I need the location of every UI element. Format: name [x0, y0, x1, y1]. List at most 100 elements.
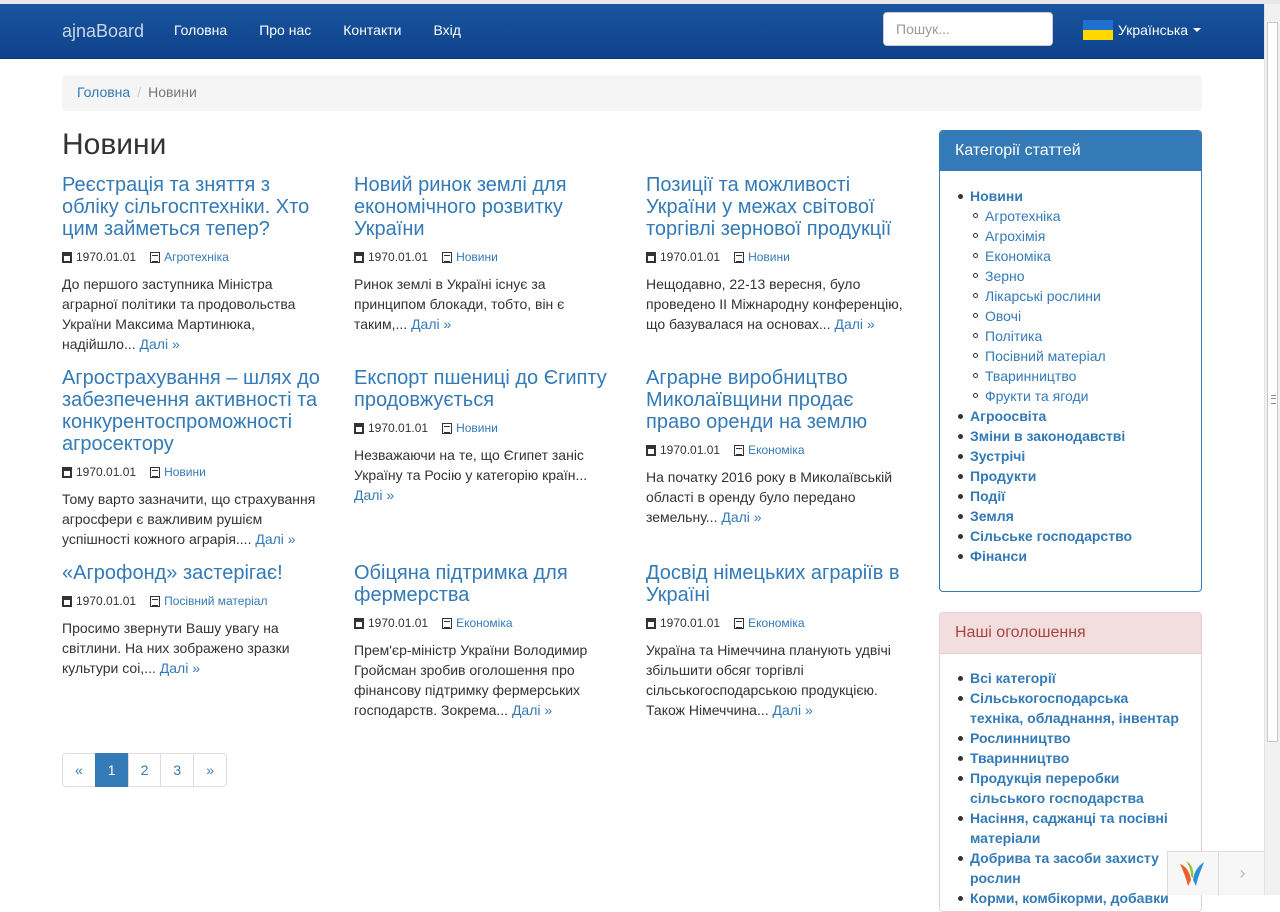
search-input[interactable] [883, 12, 1053, 46]
article-teaser: Ринок землі в Україні існує за принципом… [354, 276, 565, 332]
chevron-right-icon[interactable]: › [1218, 852, 1266, 896]
announcement-link[interactable]: Добрива та засоби захисту рослин [970, 850, 1159, 886]
subcategory-link[interactable]: Тваринництво [985, 368, 1076, 384]
article-title[interactable]: Позиції та можливості України у межах св… [646, 174, 891, 240]
category-link[interactable]: Новини [970, 188, 1023, 204]
article-card: Позиції та можливості України у межах св… [646, 174, 908, 334]
breadcrumb-separator: / [137, 84, 142, 100]
article-teaser: На початку 2016 року в Миколаївській обл… [646, 469, 893, 525]
category-link[interactable]: Агроосвіта [970, 408, 1046, 424]
announcement-link[interactable]: Рослинництво [970, 730, 1071, 746]
announcement-link[interactable]: Всі категорії [970, 670, 1056, 686]
subcategory-link[interactable]: Агрохімія [985, 228, 1045, 244]
subcategory-link[interactable]: Економіка [985, 248, 1051, 264]
category-link[interactable]: Події [970, 488, 1005, 504]
list-icon [734, 444, 745, 456]
article-category[interactable]: Агротехніка [164, 250, 229, 264]
article-category[interactable]: Новини [456, 250, 498, 264]
category-link[interactable]: Зміни в законодавстві [970, 428, 1125, 444]
subcategory-link[interactable]: Овочі [985, 308, 1021, 324]
nav-home[interactable]: Головна [158, 4, 243, 56]
announcement-link[interactable]: Корми, комбікорми, добавки [970, 890, 1169, 906]
article-category[interactable]: Новини [456, 421, 498, 435]
read-more-link[interactable]: Далі » [721, 509, 761, 525]
article-category[interactable]: Новини [164, 465, 206, 479]
pagination-page-3[interactable]: 3 [160, 753, 195, 787]
category-link[interactable]: Сільське господарство [970, 528, 1132, 544]
read-more-link[interactable]: Далі » [255, 531, 295, 547]
announcement-link[interactable]: Сільськогосподарська техніка, обладнання… [970, 690, 1179, 726]
article-title[interactable]: Агрострахування – шлях до забезпечення а… [62, 367, 320, 455]
yii-logo-icon [1180, 861, 1204, 886]
list-icon [734, 251, 745, 263]
article-title[interactable]: Новий ринок землі для економічного розви… [354, 174, 567, 240]
vertical-scrollbar[interactable] [1264, 4, 1280, 895]
category-link[interactable]: Фінанси [970, 548, 1027, 564]
nav-login[interactable]: Вхід [417, 4, 476, 56]
read-more-link[interactable]: Далі » [411, 316, 451, 332]
announcement-link[interactable]: Продукція переробки сільського господарс… [970, 770, 1144, 806]
article-card: «Агрофонд» застерігає! 1970.01.01 Посівни… [62, 562, 324, 678]
navbar: ajnaBoard Головна Про нас Контакти Вхід … [0, 4, 1264, 59]
subcategory-list: Агротехніка Агрохімія Економіка Зерно Лі… [972, 206, 1132, 406]
list-icon [150, 251, 161, 263]
subcategory-link[interactable]: Політика [985, 328, 1042, 344]
read-more-link[interactable]: Далі » [834, 316, 874, 332]
subcategory-link[interactable]: Посівний матеріал [985, 348, 1106, 364]
article-date: 1970.01.01 [660, 616, 721, 630]
subcategory-link[interactable]: Фрукти та ягоди [985, 388, 1088, 404]
pagination-prev[interactable]: « [62, 753, 96, 787]
announcement-list: Всі категорії Сільськогосподарська техні… [958, 668, 1185, 908]
article-teaser: Незважаючи на те, що Єгипет заніс Україн… [354, 447, 588, 483]
pagination-next[interactable]: » [193, 753, 227, 787]
nav-about[interactable]: Про нас [243, 4, 327, 56]
article-title[interactable]: «Агрофонд» застерігає! [62, 562, 283, 584]
article-date: 1970.01.01 [76, 250, 137, 264]
read-more-link[interactable]: Далі » [140, 336, 180, 352]
calendar-icon [354, 422, 364, 434]
grip-icon [1271, 395, 1276, 404]
category-link[interactable]: Продукти [970, 468, 1036, 484]
article-title[interactable]: Реєстрація та зняття з обліку сільгоспте… [62, 174, 309, 240]
article-title[interactable]: Обіцяна підтримка для фермерства [354, 562, 568, 606]
calendar-icon [646, 251, 656, 263]
article-category[interactable]: Економіка [748, 443, 804, 457]
subcategory-link[interactable]: Лікарські рослини [985, 288, 1101, 304]
yii-debug-toolbar[interactable]: › [1167, 851, 1266, 896]
subcategory-link[interactable]: Зерно [985, 268, 1025, 284]
announcement-link[interactable]: Тваринництво [970, 750, 1069, 766]
article-date: 1970.01.01 [76, 594, 137, 608]
article-category[interactable]: Посівний матеріал [164, 594, 267, 608]
article-category[interactable]: Економіка [748, 616, 804, 630]
announcement-link[interactable]: Насіння, саджанці та посівні матеріали [970, 810, 1168, 846]
article-title[interactable]: Аграрне виробництво Миколаївщини продає … [646, 367, 867, 433]
read-more-link[interactable]: Далі » [160, 660, 200, 676]
article-category[interactable]: Економіка [456, 616, 512, 630]
read-more-link[interactable]: Далі » [773, 702, 813, 718]
article-date: 1970.01.01 [76, 465, 137, 479]
category-link[interactable]: Зустрічі [970, 448, 1025, 464]
article-date: 1970.01.01 [368, 616, 429, 630]
article-title[interactable]: Досвід німецьких аграріїв в Україні [646, 562, 900, 606]
language-dropdown[interactable]: Українська [1083, 20, 1202, 40]
article-category[interactable]: Новини [748, 250, 790, 264]
calendar-icon [354, 251, 364, 263]
category-link[interactable]: Земля [970, 508, 1014, 524]
read-more-link[interactable]: Далі » [354, 487, 394, 503]
announcements-panel: Наші оголошення Всі категорії Сільського… [939, 612, 1202, 912]
subcategory-link[interactable]: Агротехніка [985, 208, 1061, 224]
read-more-link[interactable]: Далі » [512, 702, 552, 718]
nav-contacts[interactable]: Контакти [327, 4, 417, 56]
article-teaser: Україна та Німеччина планують удвічі збі… [646, 642, 891, 718]
calendar-icon [62, 251, 72, 263]
category-item: Новини Агротехніка Агрохімія Економіка З… [957, 186, 1132, 406]
scrollbar-thumb[interactable] [1267, 22, 1278, 742]
calendar-icon [62, 595, 72, 607]
article-title[interactable]: Експорт пшениці до Єгипту продовжується [354, 367, 607, 411]
pagination-page-2[interactable]: 2 [127, 753, 162, 787]
calendar-icon [646, 444, 656, 456]
pagination-page-1[interactable]: 1 [94, 753, 129, 787]
breadcrumb-home[interactable]: Головна [77, 84, 130, 100]
brand-logo[interactable]: ajnaBoard [62, 21, 144, 42]
categories-panel: Категорії статтей Новини Агротехніка Агр… [939, 130, 1202, 592]
